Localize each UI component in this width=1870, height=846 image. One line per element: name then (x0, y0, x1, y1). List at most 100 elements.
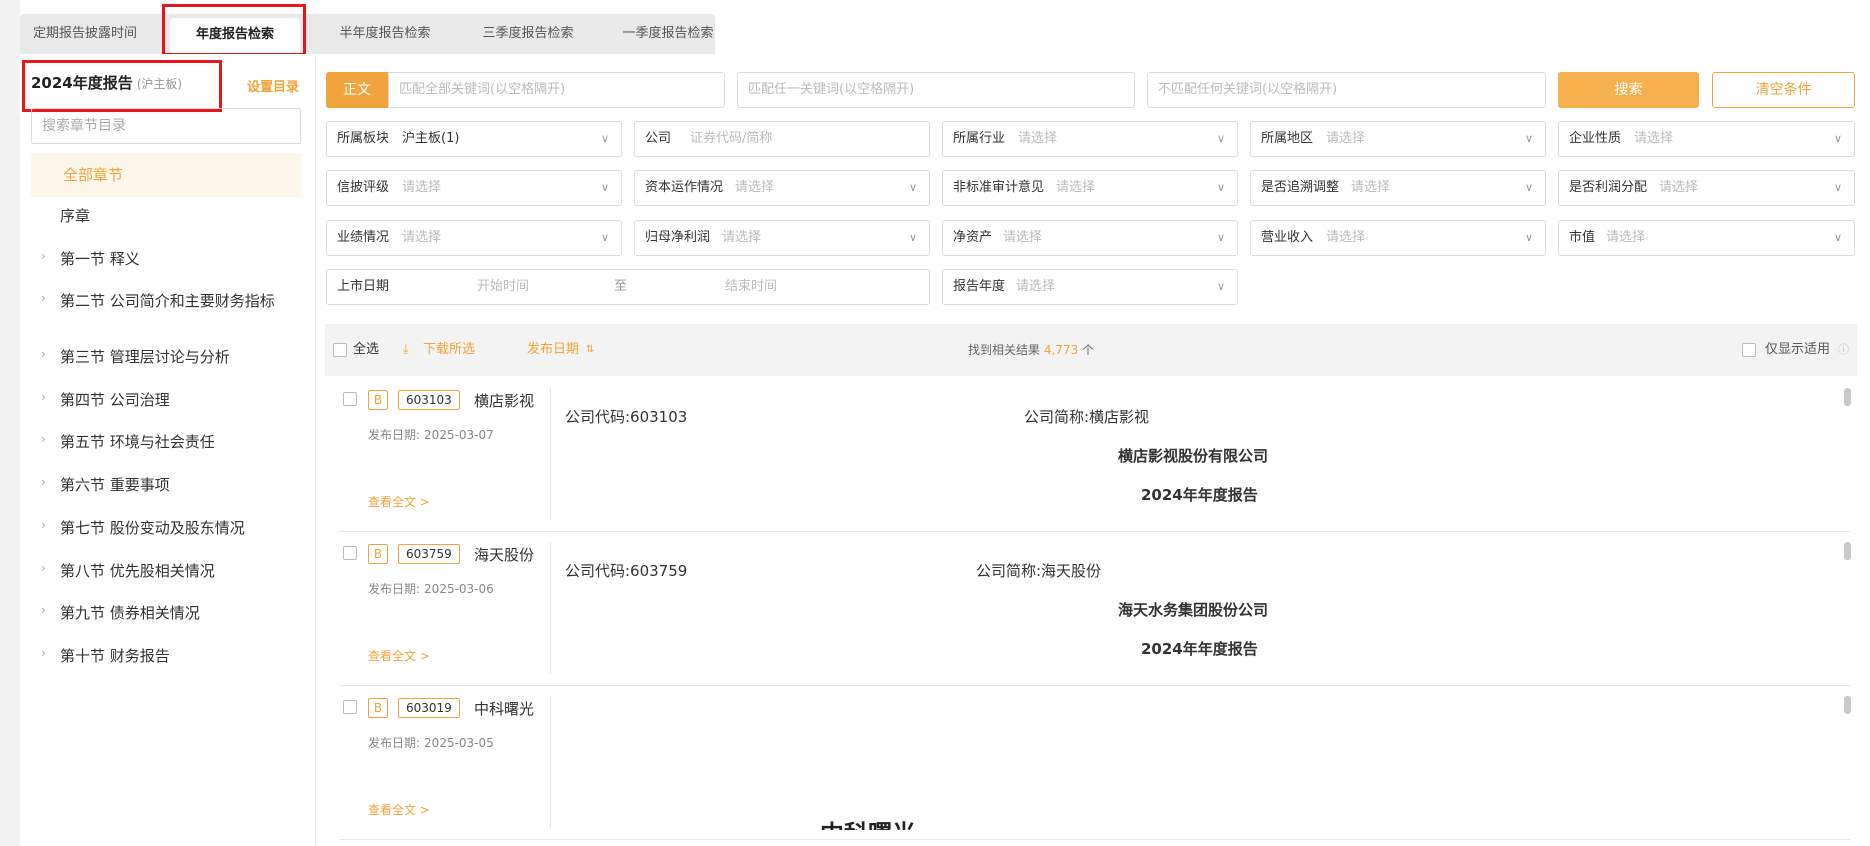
chevron-right-icon[interactable]: › (41, 646, 46, 660)
chevron-right-icon[interactable]: › (41, 603, 46, 617)
listing-date-range[interactable]: 上市日期 开始时间 至 结束时间 (326, 269, 930, 305)
capital-operation-select[interactable]: 资本运作情况 请选择 ∨ (634, 170, 930, 206)
view-full-text-link[interactable]: 查看全文 > (368, 801, 430, 818)
chapter-item-4[interactable]: 第四节 公司治理 (60, 390, 280, 410)
date-value: 2025-03-05 (424, 736, 494, 750)
preview-scrollbar[interactable] (1844, 696, 1851, 714)
results-toolbar: 全选 ⤓ 下载所选 发布日期 ⇅ 找到相关结果 4,773 个 仅显示适用 ⓘ (325, 324, 1857, 376)
publish-date: 发布日期: 2025-03-06 (368, 580, 494, 597)
enterprise-nature-select[interactable]: 企业性质 请选择 ∨ (1558, 121, 1855, 157)
company-name[interactable]: 海天股份 (474, 544, 534, 565)
match-any-input[interactable]: 匹配任一关键词(以空格隔开) (737, 72, 1135, 108)
audit-opinion-select[interactable]: 非标准审计意见 请选择 ∨ (942, 170, 1238, 206)
view-full-text-link[interactable]: 查看全文 > (368, 647, 430, 664)
region-select[interactable]: 所属地区 请选择 ∨ (1250, 121, 1546, 157)
industry-placeholder: 请选择 (1018, 131, 1058, 146)
result-checkbox[interactable] (343, 546, 357, 560)
doc-report-title: 2024年年度报告 (1141, 486, 1258, 504)
result-checkbox[interactable] (343, 700, 357, 714)
report-year-select[interactable]: 报告年度 请选择 ∨ (942, 269, 1238, 305)
chapter-item-3[interactable]: 第三节 管理层讨论与分析 (60, 347, 280, 367)
net-profit-select[interactable]: 归母净利润 请选择 ∨ (634, 220, 930, 256)
revenue-placeholder: 请选择 (1326, 230, 1366, 245)
select-all-checkbox[interactable] (333, 343, 347, 357)
netprofit-placeholder: 请选择 (722, 230, 762, 245)
board-badge: B (368, 390, 388, 410)
download-icon[interactable]: ⤓ (403, 324, 409, 376)
dividend-select[interactable]: 是否利润分配 请选择 ∨ (1558, 170, 1855, 206)
clear-conditions-button[interactable]: 清空条件 (1712, 72, 1855, 108)
date-label: 发布日期: (368, 428, 421, 442)
market-cap-select[interactable]: 市值 请选择 ∨ (1558, 220, 1855, 256)
exclude-input[interactable]: 不匹配任何关键词(以空格隔开) (1147, 72, 1546, 108)
found-count: 4,773 (1043, 343, 1079, 357)
chevron-right-icon[interactable]: › (41, 475, 46, 489)
tab-semiannual-report[interactable]: 半年度报告检索 (310, 14, 460, 54)
info-icon[interactable]: ⓘ (1838, 324, 1849, 376)
result-card: B 603759 海天股份 发布日期: 2025-03-06 查看全文 > 公司代… (340, 532, 1851, 686)
chapter-all[interactable]: 全部章节 (31, 153, 301, 197)
chapter-item-8[interactable]: 第八节 优先股相关情况 (60, 561, 280, 581)
result-checkbox[interactable] (343, 392, 357, 406)
chevron-down-icon: ∨ (1833, 231, 1842, 244)
only-applicable-checkbox[interactable] (1742, 343, 1756, 357)
date-label: 发布日期: (368, 582, 421, 596)
company-name[interactable]: 横店影视 (474, 390, 534, 411)
chapter-item-7[interactable]: 第七节 股份变动及股东情况 (60, 518, 280, 538)
date-value: 2025-03-07 (424, 428, 494, 442)
chevron-right-icon[interactable]: › (41, 390, 46, 404)
body-text-button[interactable]: 正文 (326, 72, 388, 108)
sort-by-date[interactable]: 发布日期 (527, 324, 579, 376)
match-all-input[interactable]: 匹配全部关键词(以空格隔开) (388, 72, 725, 108)
year-label: 报告年度 (953, 279, 1006, 294)
chevron-right-icon[interactable]: › (41, 561, 46, 575)
chevron-right-icon[interactable]: › (41, 518, 46, 532)
industry-select[interactable]: 所属行业 请选择 ∨ (942, 121, 1238, 157)
performance-select[interactable]: 业绩情况 请选择 ∨ (326, 220, 622, 256)
chevron-down-icon: ∨ (1524, 132, 1533, 145)
chapter-item-5[interactable]: 第五节 环境与社会责任 (60, 432, 280, 452)
revenue-select[interactable]: 营业收入 请选择 ∨ (1250, 220, 1546, 256)
chevron-right-icon[interactable]: › (41, 291, 46, 305)
company-label: 公司 (645, 131, 672, 146)
tab-disclosure-time[interactable]: 定期报告披露时间 (20, 14, 150, 54)
select-all-label[interactable]: 全选 (353, 324, 379, 376)
page-root: 定期报告披露时间 年度报告检索 半年度报告检索 三季度报告检索 一季度报告检索 … (0, 0, 1870, 846)
tab-q3-report[interactable]: 三季度报告检索 (458, 14, 598, 54)
left-gutter (0, 0, 20, 846)
chevron-right-icon[interactable]: › (41, 249, 46, 263)
chapter-item-2[interactable]: 第二节 公司简介和主要财务指标 (60, 291, 278, 311)
board-label: 所属板块 (337, 131, 390, 146)
net-asset-select[interactable]: 净资产 请选择 ∨ (942, 220, 1238, 256)
chevron-right-icon[interactable]: › (41, 347, 46, 361)
board-value: 沪主板(1) (402, 131, 460, 146)
chapter-item-6[interactable]: 第六节 重要事项 (60, 475, 280, 495)
view-full-text-link[interactable]: 查看全文 > (368, 493, 430, 510)
chapter-item-1[interactable]: 第一节 释义 (60, 249, 280, 269)
audit-placeholder: 请选择 (1056, 180, 1096, 195)
chevron-right-icon[interactable]: › (41, 432, 46, 446)
only-applicable-label[interactable]: 仅显示适用 (1765, 324, 1830, 376)
highlight-sidebar-title (22, 60, 222, 112)
restatement-select[interactable]: 是否追溯调整 请选择 ∨ (1250, 170, 1546, 206)
preview-scrollbar[interactable] (1844, 542, 1851, 560)
tab-q1-report[interactable]: 一季度报告检索 (598, 14, 738, 54)
chapter-item-preface[interactable]: 序章 (60, 206, 280, 226)
chapter-item-9[interactable]: 第九节 债券相关情况 (60, 603, 280, 623)
chevron-down-icon: ∨ (600, 181, 609, 194)
download-selected-link[interactable]: 下载所选 (423, 324, 475, 376)
chapter-item-10[interactable]: 第十节 财务报告 (60, 646, 280, 666)
preview-scrollbar[interactable] (1844, 388, 1851, 406)
chapter-search-input[interactable]: 搜索章节目录 (31, 108, 301, 144)
found-suffix: 个 (1082, 343, 1095, 357)
card-divider (550, 696, 551, 828)
nature-label: 企业性质 (1569, 131, 1622, 146)
chevron-down-icon: ∨ (908, 231, 917, 244)
sort-icon[interactable]: ⇅ (586, 324, 594, 376)
rating-select[interactable]: 信披评级 请选择 ∨ (326, 170, 622, 206)
company-name[interactable]: 中科曙光 (474, 698, 534, 719)
company-input[interactable]: 公司 证券代码/简称 (634, 121, 930, 157)
set-directory-link[interactable]: 设置目录 (247, 76, 299, 95)
board-select[interactable]: 所属板块 沪主板(1) ∨ (326, 121, 622, 157)
search-button[interactable]: 搜索 (1558, 72, 1699, 108)
